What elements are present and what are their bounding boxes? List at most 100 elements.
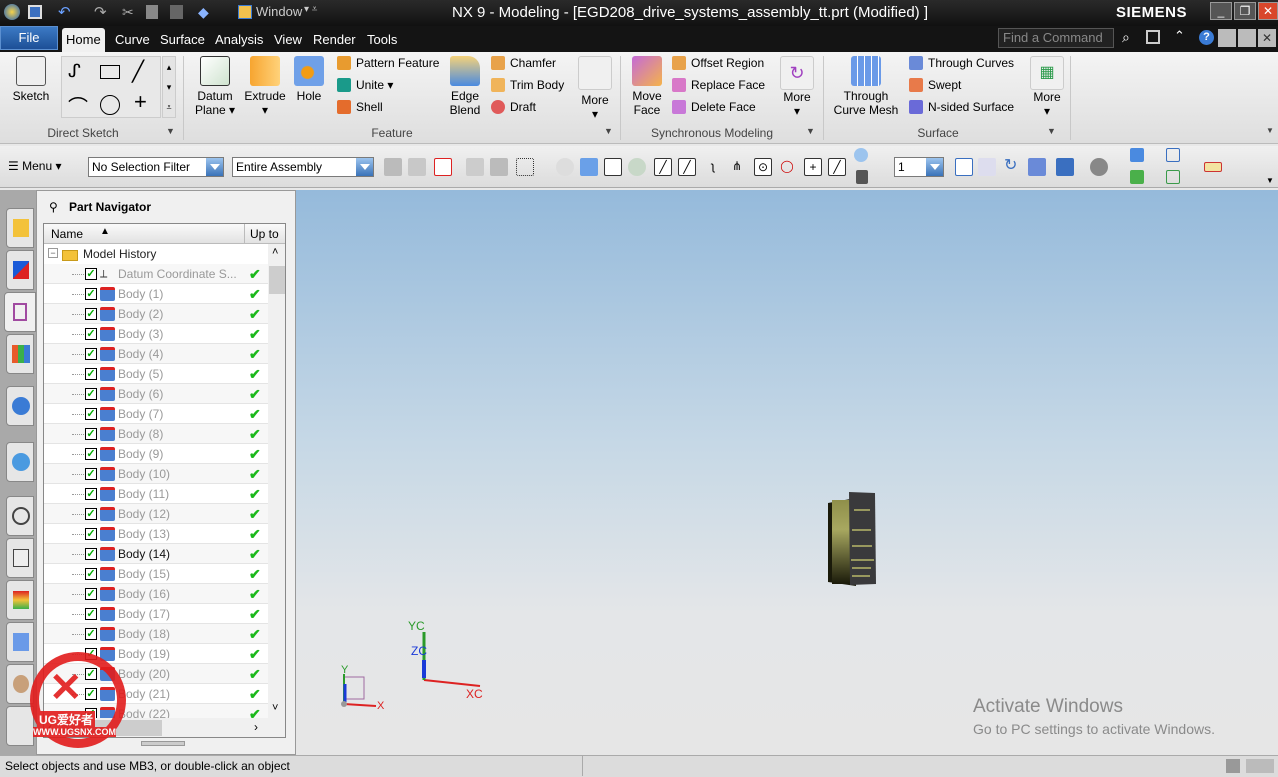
system-scenes-tab[interactable] — [6, 706, 34, 746]
pattern-feature-button[interactable]: Pattern Feature — [337, 53, 439, 73]
surface-more-button[interactable]: ▦ More ▾ — [1028, 56, 1066, 118]
tab-home[interactable]: Home — [62, 28, 105, 52]
tab-analysis[interactable]: Analysis — [211, 28, 267, 52]
tree-node-feature[interactable]: ✓ Body (8) ✔ — [44, 424, 268, 444]
scroll-right-icon[interactable]: › — [254, 720, 258, 734]
history-tab[interactable] — [6, 496, 34, 536]
datum-plane-button[interactable]: Datum Plane ▾ — [192, 56, 238, 117]
measure-icon[interactable] — [1204, 162, 1222, 172]
tab-view[interactable]: View — [270, 28, 306, 52]
mid-point-icon[interactable]: ╱ — [678, 158, 696, 176]
process-studio-tab[interactable] — [6, 580, 34, 620]
assembly-filter-icon[interactable] — [384, 158, 402, 176]
visibility-checkbox[interactable]: ✓ — [85, 368, 97, 380]
grid-icon[interactable] — [856, 170, 868, 184]
select-body-icon[interactable] — [580, 158, 598, 176]
web-browser-tab[interactable] — [6, 442, 34, 482]
visibility-checkbox[interactable]: ✓ — [85, 288, 97, 300]
part-navigator-tab[interactable] — [4, 292, 36, 332]
sync-more-button[interactable]: ↻ More ▾ — [778, 56, 816, 118]
tree-node-feature[interactable]: ✓ Body (4) ✔ — [44, 344, 268, 364]
tree-node-feature[interactable]: ✓ Body (17) ✔ — [44, 604, 268, 624]
sketch-button[interactable]: Sketch — [8, 56, 54, 103]
column-divider[interactable] — [244, 224, 245, 244]
tab-file[interactable]: File — [0, 26, 58, 50]
doc-close-button[interactable]: ✕ — [1258, 29, 1276, 47]
toolbar-options-icon[interactable]: ▼ — [1266, 176, 1274, 185]
clip-icon[interactable] — [1166, 148, 1180, 162]
line-icon[interactable]: ╱ — [132, 59, 144, 84]
tree-node-feature[interactable]: ✓ Body (9) ✔ — [44, 444, 268, 464]
visibility-checkbox[interactable]: ✓ — [85, 588, 97, 600]
visibility-checkbox[interactable]: ✓ — [85, 328, 97, 340]
point-on-face-icon[interactable] — [854, 148, 868, 162]
background-icon[interactable] — [1090, 158, 1108, 176]
visibility-checkbox[interactable]: ✓ — [85, 628, 97, 640]
scroll-down-icon[interactable]: ˅ — [272, 702, 278, 714]
tab-render[interactable]: Render — [309, 28, 360, 52]
snap-icon[interactable] — [466, 158, 484, 176]
ribbon-options-icon[interactable]: ▼ — [1266, 126, 1274, 135]
constraint-navigator-tab[interactable] — [6, 250, 34, 290]
zoom-icon[interactable] — [978, 158, 996, 176]
tree-node-feature[interactable]: ✓ Body (2) ✔ — [44, 304, 268, 324]
direct-sketch-expand-icon[interactable]: ▼ — [166, 126, 175, 136]
tree-node-model-history[interactable]: − Model History — [44, 244, 268, 264]
touch-mode-icon[interactable]: ◆ — [198, 4, 209, 21]
work-layer-dropdown[interactable]: 1 — [894, 157, 944, 177]
visibility-checkbox[interactable]: ✓ — [85, 388, 97, 400]
full-screen-icon[interactable] — [1146, 30, 1160, 44]
assembly-navigator-tab[interactable] — [6, 208, 34, 248]
chamfer-button[interactable]: Chamfer — [491, 53, 556, 73]
wcs-triad[interactable] — [422, 632, 481, 687]
hole-button[interactable]: Hole — [290, 56, 328, 103]
rotate-icon[interactable]: ↻ — [1004, 158, 1022, 176]
scroll-thumb[interactable] — [269, 266, 285, 294]
search-icon[interactable]: ⌕ — [1122, 29, 1130, 46]
cut-icon[interactable]: ✂ — [122, 4, 134, 21]
visibility-checkbox[interactable]: ✓ — [85, 408, 97, 420]
delete-face-button[interactable]: Delete Face — [672, 97, 756, 117]
collapse-icon[interactable]: − — [48, 248, 58, 258]
visibility-checkbox[interactable]: ✓ — [85, 468, 97, 480]
close-button[interactable]: ✕ — [1258, 2, 1278, 20]
replace-face-button[interactable]: Replace Face — [672, 75, 765, 95]
status-toggle[interactable] — [1246, 759, 1274, 773]
tree-node-feature[interactable]: ✓ Body (11) ✔ — [44, 484, 268, 504]
rectangle-select-icon[interactable] — [516, 158, 534, 176]
profile-icon[interactable]: ᔑ — [68, 61, 81, 82]
restore-button[interactable]: ❐ — [1234, 2, 1256, 20]
arc-icon[interactable]: ⌒ — [68, 91, 88, 120]
doc-minimize-button[interactable] — [1218, 29, 1236, 47]
gear-assembly-model[interactable] — [828, 492, 876, 586]
shell-button[interactable]: Shell — [337, 97, 383, 117]
view-orientation-icon[interactable] — [1130, 148, 1144, 162]
tree-node-feature[interactable]: ✓ Body (13) ✔ — [44, 524, 268, 544]
through-curves-button[interactable]: Through Curves — [909, 53, 1014, 73]
unite-button[interactable]: Unite ▾ — [337, 75, 393, 95]
collapse-ribbon-icon[interactable]: ⌃ — [1174, 28, 1185, 44]
window-menu[interactable]: Window — [256, 4, 302, 19]
edge-blend-button[interactable]: Edge Blend — [444, 56, 486, 117]
system-materials-tab[interactable] — [6, 538, 34, 578]
surface-expand-icon[interactable]: ▼ — [1047, 126, 1056, 136]
select-object-icon[interactable] — [556, 158, 574, 176]
clip-section-icon[interactable] — [1166, 170, 1180, 184]
move-face-button[interactable]: Move Face — [626, 56, 668, 117]
menu-button[interactable]: ☰ Menu ▾ — [8, 159, 61, 173]
edit-section-icon[interactable] — [1130, 170, 1144, 184]
feature-more-button[interactable]: More ▾ — [576, 56, 614, 121]
quadrant-point-icon[interactable]: ◯ — [778, 158, 796, 176]
circle-icon[interactable] — [100, 95, 120, 115]
vertical-scrollbar[interactable]: ˄ ˅ — [268, 244, 285, 718]
tree-node-feature[interactable]: ✓ Body (14) ✔ — [44, 544, 268, 564]
save-icon[interactable] — [28, 5, 42, 19]
visibility-checkbox[interactable]: ✓ — [85, 488, 97, 500]
tree-node-feature[interactable]: ✓ Body (12) ✔ — [44, 504, 268, 524]
find-command-input[interactable]: Find a Command — [998, 28, 1114, 48]
extrude-button[interactable]: Extrude ▾ — [242, 56, 288, 117]
tree-node-feature[interactable]: ✓ Body (10) ✔ — [44, 464, 268, 484]
reuse-library-tab[interactable] — [6, 334, 34, 374]
hd3d-tools-tab[interactable] — [6, 386, 34, 426]
visibility-checkbox[interactable]: ✓ — [85, 448, 97, 460]
